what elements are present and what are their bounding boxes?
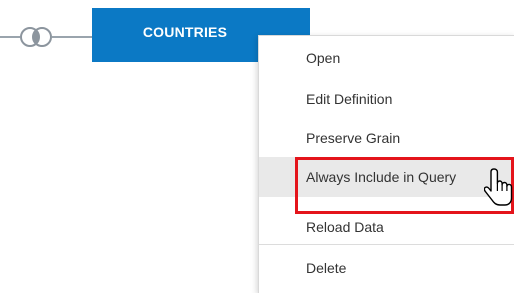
highlight-annotation bbox=[295, 157, 514, 214]
menu-item-label: Preserve Grain bbox=[306, 130, 401, 146]
menu-item-delete[interactable]: Delete bbox=[259, 248, 514, 288]
menu-item-label: Open bbox=[306, 50, 341, 66]
hand-pointer-icon bbox=[484, 168, 513, 206]
menu-item-label: Reload Data bbox=[306, 219, 384, 235]
join-line-right bbox=[52, 36, 92, 38]
entity-node-label: COUNTRIES bbox=[142, 24, 228, 40]
menu-item-label: Edit Definition bbox=[306, 91, 393, 107]
venn-join-icon[interactable] bbox=[18, 26, 54, 48]
menu-item-edit-definition[interactable]: Edit Definition bbox=[259, 79, 514, 119]
menu-item-label: Delete bbox=[306, 260, 347, 276]
join-line-left bbox=[0, 36, 20, 38]
menu-separator bbox=[259, 244, 514, 245]
menu-item-preserve-grain[interactable]: Preserve Grain bbox=[259, 118, 514, 158]
menu-item-open[interactable]: Open bbox=[259, 38, 514, 78]
